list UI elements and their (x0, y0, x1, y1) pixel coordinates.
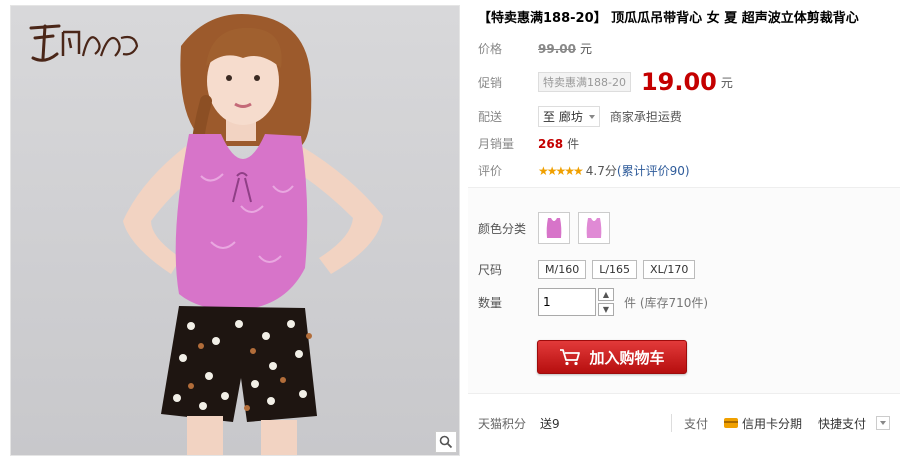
promo-price-row: 促销 特卖惠满188-20 19.00 元 (478, 68, 733, 96)
model-figure (123, 14, 383, 455)
product-info: 【特卖惠满188-20】 顶瓜瓜吊带背心 女 夏 超声波立体剪裁背心 价格 99… (468, 0, 900, 461)
increase-button[interactable]: ▲ (598, 288, 614, 301)
footer-bar: 天猫积分 送9 支付 信用卡分期 快捷支付 (468, 405, 900, 441)
quantity-stepper: ▲ ▼ (598, 288, 614, 316)
product-gallery (10, 5, 460, 456)
original-price-row: 价格 99.00 元 (478, 40, 592, 57)
chevron-down-icon (880, 421, 886, 425)
color-row: 颜色分类 (478, 212, 618, 244)
add-to-cart-button[interactable]: 加入购物车 (537, 340, 687, 374)
magnifier-icon (439, 435, 453, 449)
shopping-cart-icon (560, 349, 581, 366)
rating-score: 4.7分 (585, 164, 617, 178)
sales-unit: 件 (567, 137, 580, 151)
shipping-info: 商家承担运费 (609, 110, 682, 124)
size-row: 尺码 M/160 L/165 XL/170 (478, 260, 701, 279)
color-swatch-1[interactable] (538, 212, 570, 244)
express-pay-link[interactable]: 快捷支付 (818, 415, 866, 432)
pay-label: 支付 (683, 416, 708, 431)
delivery-row: 配送 至 廊坊 商家承担运费 (478, 106, 682, 127)
original-price: 99.00 (538, 41, 576, 56)
sales-row: 月销量 268 件 (478, 135, 579, 152)
options-section: 颜色分类 尺码 M/160 L/165 XL/170 数量 ▲ (468, 187, 900, 394)
size-option[interactable]: M/160 (538, 260, 587, 279)
promo-tag: 特卖惠满188-20 (538, 72, 631, 92)
chevron-down-icon (588, 114, 595, 119)
sales-count: 268 (538, 136, 564, 151)
rating-stars-icon: ★★★★★ (538, 163, 584, 178)
price-unit: 元 (579, 42, 592, 56)
promo-unit: 元 (720, 75, 733, 90)
credit-label: 信用卡分期 (741, 416, 802, 431)
stock-info: 件 (库存710件) (624, 295, 709, 310)
size-label: 尺码 (478, 263, 503, 277)
expand-more-button[interactable] (876, 416, 890, 430)
review-label: 评价 (478, 164, 503, 178)
product-photo[interactable] (11, 6, 459, 455)
price-label: 价格 (478, 42, 503, 56)
sales-label: 月销量 (478, 137, 515, 151)
product-title: 【特卖惠满188-20】 顶瓜瓜吊带背心 女 夏 超声波立体剪裁背心 (478, 11, 859, 26)
quantity-label: 数量 (478, 295, 503, 310)
decrease-button[interactable]: ▼ (598, 303, 614, 316)
credit-card-icon (723, 418, 738, 428)
price-section: 价格 99.00 元 促销 特卖惠满188-20 19.00 元 配送 至 廊坊… (468, 32, 900, 187)
zoom-button[interactable] (435, 431, 457, 453)
add-to-cart-label: 加入购物车 (589, 348, 665, 367)
credit-installment-link[interactable]: 信用卡分期 (723, 415, 802, 432)
review-count-link[interactable]: (累计评价90) (617, 162, 690, 179)
quantity-input[interactable] (538, 288, 596, 316)
color-swatch-2[interactable] (578, 212, 610, 244)
points-value: 送9 (540, 416, 560, 431)
points-label: 天猫积分 (478, 416, 527, 431)
size-option[interactable]: XL/170 (643, 260, 696, 279)
promo-price: 19.00 (640, 68, 717, 96)
promo-label: 促销 (478, 75, 503, 90)
delivery-label: 配送 (478, 110, 503, 124)
color-label: 颜色分类 (478, 221, 527, 236)
size-option[interactable]: L/165 (592, 260, 638, 279)
tank-top-thumbnail-icon (546, 218, 562, 238)
quantity-row: 数量 ▲ ▼ 件 (库存710件) (478, 288, 708, 316)
review-row: 评价 ★★★★★ 4.7分 (累计评价90) (478, 162, 690, 179)
destination-value: 至 廊坊 (543, 110, 583, 124)
divider (670, 414, 672, 432)
tank-top-thumbnail-icon (586, 218, 602, 238)
destination-select[interactable]: 至 廊坊 (538, 106, 600, 127)
